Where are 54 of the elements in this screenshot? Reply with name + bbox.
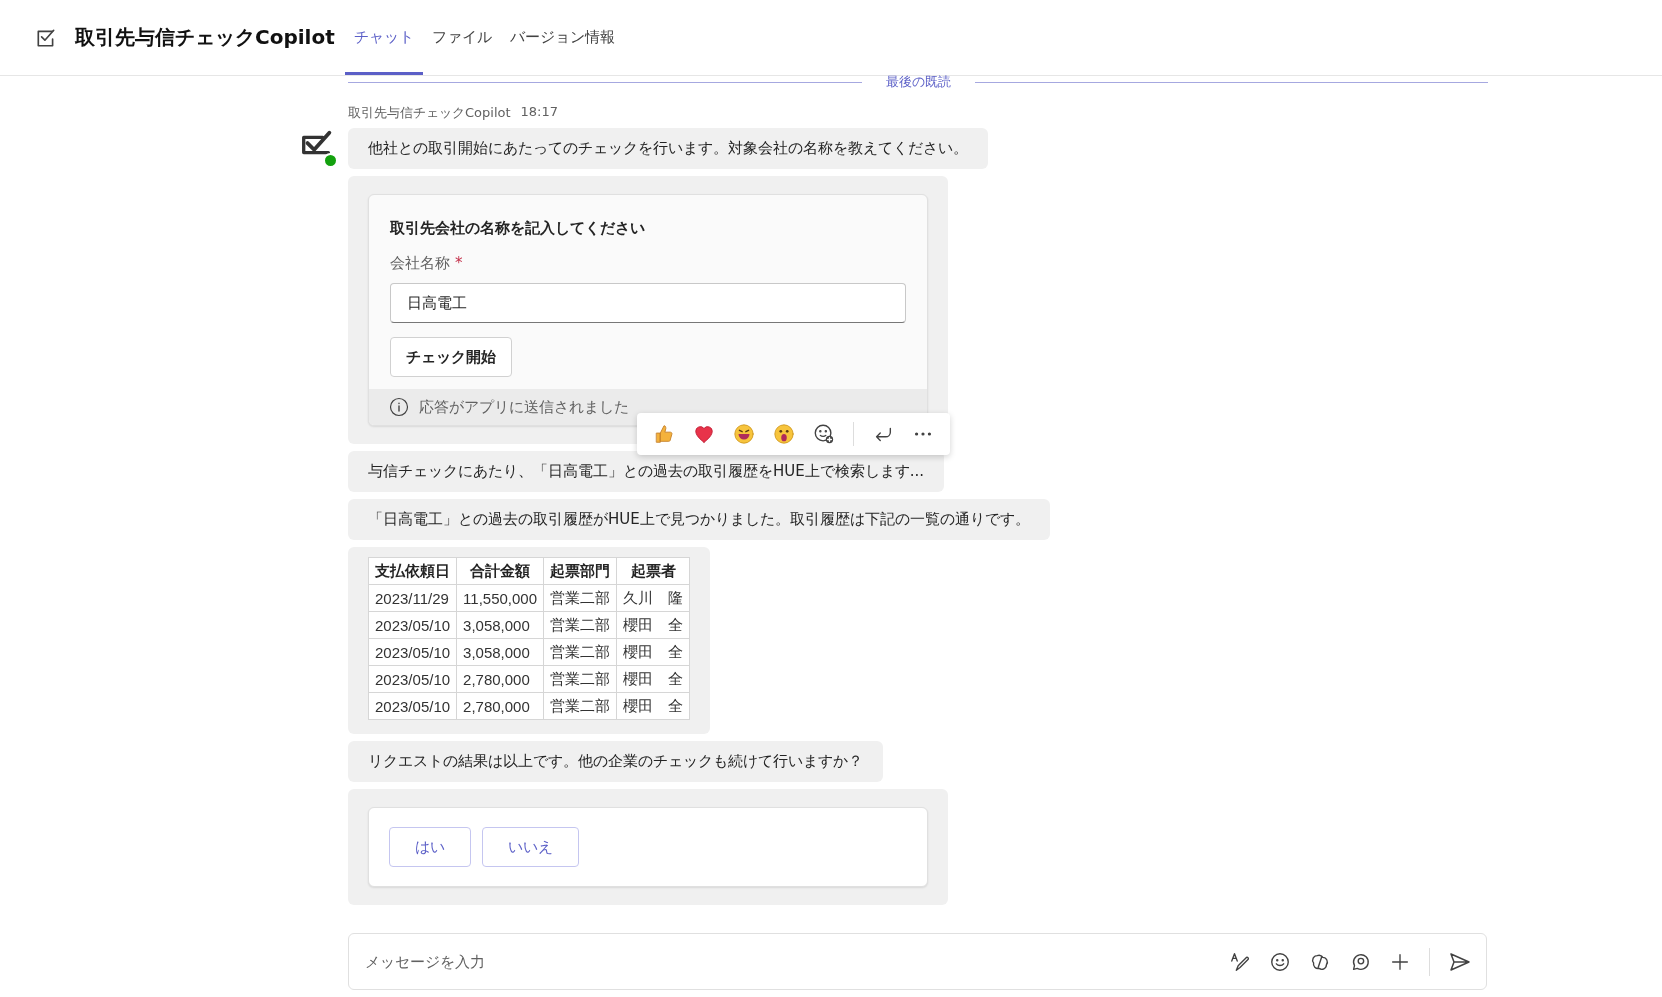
- add-reaction-icon[interactable]: [813, 423, 835, 445]
- column-header: 起票部門: [543, 557, 617, 585]
- table-cell: 2023/05/10: [368, 611, 457, 639]
- table-cell: 3,058,000: [456, 611, 544, 639]
- message-time: 18:17: [520, 104, 559, 121]
- tab[interactable]: チャット: [344, 0, 423, 75]
- message-bubble: 与信チェックにあたり、「日高電工」との過去の取引履歴をHUE上で検索します...: [348, 451, 945, 492]
- checkbox-icon: [35, 26, 57, 49]
- table-cell: 営業二部: [543, 638, 617, 666]
- check-start-button[interactable]: チェック開始: [390, 337, 512, 377]
- required-mark: *: [455, 254, 463, 272]
- table-cell: 櫻田 全: [616, 665, 690, 693]
- message-compose-box[interactable]: メッセージを入力: [348, 933, 1487, 990]
- table-cell: 2,780,000: [456, 665, 544, 693]
- table-cell: 2023/05/10: [368, 665, 457, 693]
- message-bubble: リクエストの結果は以上です。他の企業のチェックも続けて行いますか？: [348, 741, 883, 782]
- table-cell: 櫻田 全: [616, 611, 690, 639]
- tab[interactable]: バージョン情報: [500, 0, 624, 75]
- laughing-face-icon[interactable]: [733, 423, 755, 445]
- field-label: 会社名称: [390, 254, 450, 272]
- choice-button[interactable]: はい: [389, 827, 471, 867]
- table-cell: 2023/05/10: [368, 692, 457, 720]
- footer-text: 応答がアプリに送信されました: [419, 397, 629, 417]
- sender-name: 取引先与信チェックCopilot: [348, 104, 511, 122]
- app-title: 取引先与信チェックCopilot: [75, 24, 335, 51]
- table-cell: 営業二部: [543, 665, 617, 693]
- table-cell: 櫻田 全: [616, 692, 690, 720]
- table-cell: 2023/11/29: [368, 584, 457, 612]
- form-title: 取引先会社の名称を記入してください: [390, 219, 646, 238]
- column-header: 支払依頼日: [368, 557, 457, 585]
- thumbs-up-icon[interactable]: [653, 423, 675, 445]
- surprised-face-icon[interactable]: [773, 423, 795, 445]
- info-icon: [389, 397, 409, 417]
- column-header: 合計金額: [456, 557, 544, 585]
- table-cell: 2,780,000: [456, 692, 544, 720]
- format-text-icon[interactable]: [1229, 950, 1251, 973]
- heart-icon[interactable]: [693, 423, 715, 445]
- column-header: 起票者: [616, 557, 690, 585]
- choice-button[interactable]: いいえ: [482, 827, 579, 867]
- table-cell: 3,058,000: [456, 638, 544, 666]
- company-name-field[interactable]: 日高電工: [390, 283, 906, 323]
- tab[interactable]: ファイル: [422, 0, 501, 75]
- last-read-label: 最後の既読: [884, 73, 952, 91]
- table-cell: 営業二部: [543, 611, 617, 639]
- table-cell: 2023/05/10: [368, 638, 457, 666]
- message-bubble: 他社との取引開始にあたってのチェックを行います。対象会社の名称を教えてください。: [348, 128, 988, 169]
- message-input-field[interactable]: メッセージを入力: [363, 951, 1229, 972]
- message-bubble: 「日高電工」との過去の取引履歴がHUE上で見つかりました。取引履歴は下記の一覧の通りです。: [348, 499, 1050, 540]
- table-cell: 11,550,000: [456, 584, 544, 612]
- emoji-icon[interactable]: [1269, 950, 1291, 973]
- table-cell: 営業二部: [543, 692, 617, 720]
- table-cell: 営業二部: [543, 584, 617, 612]
- table-cell: 櫻田 全: [616, 638, 690, 666]
- table-cell: 久川 隆: [616, 584, 690, 612]
